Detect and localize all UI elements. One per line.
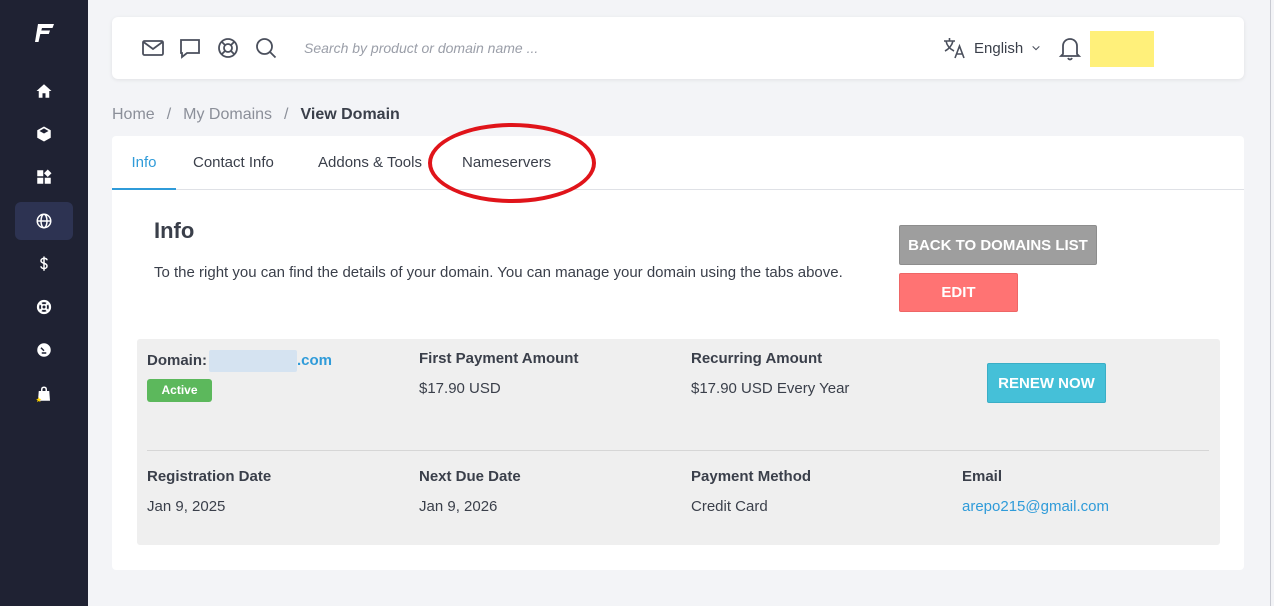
sidebar-item-home[interactable]: [15, 72, 73, 110]
translate-icon: [944, 38, 965, 59]
speedometer-icon: [37, 343, 51, 357]
breadcrumb: Home / My Domains / View Domain: [112, 106, 400, 124]
divider: [147, 450, 1209, 451]
tab-nameservers[interactable]: Nameservers: [462, 136, 551, 190]
sidebar-item-products[interactable]: [15, 115, 73, 153]
back-to-domains-button[interactable]: BACK TO DOMAINS LIST: [899, 225, 1097, 265]
sidebar-item-billing[interactable]: [15, 245, 73, 283]
lifebuoy-icon: [36, 299, 52, 315]
next-due-date-value: Jan 9, 2026: [419, 498, 498, 515]
sidebar: [0, 0, 88, 606]
info-description: To the right you can find the details of…: [154, 264, 843, 281]
email-label: Email: [962, 468, 1003, 485]
domain-details: Domain: .com Active First Payment Amount …: [137, 339, 1220, 545]
language-label: English: [974, 39, 1024, 57]
renew-now-button[interactable]: RENEW NOW: [987, 363, 1106, 403]
breadcrumb-separator: /: [284, 106, 289, 123]
lifebuoy-icon[interactable]: [216, 36, 240, 60]
dollar-icon: [40, 256, 48, 271]
package-icon: [37, 126, 51, 142]
language-selector[interactable]: English: [942, 34, 1041, 62]
chat-icon[interactable]: [178, 36, 202, 60]
breadcrumb-my-domains[interactable]: My Domains: [183, 106, 272, 124]
redacted-domain: [209, 350, 297, 372]
widgets-icon: [37, 169, 52, 184]
top-bar: English: [112, 17, 1244, 79]
window-edge: [1270, 0, 1271, 606]
payment-method-value: Credit Card: [691, 498, 768, 515]
mail-icon[interactable]: [141, 36, 165, 60]
status-badge: Active: [147, 379, 212, 402]
edit-button[interactable]: EDIT: [899, 273, 1018, 312]
bell-icon[interactable]: [1058, 35, 1082, 61]
tab-info[interactable]: Info: [112, 136, 176, 190]
brand-logo-icon[interactable]: [33, 21, 57, 45]
recurring-value: $17.90 USD Every Year: [691, 380, 850, 397]
tab-addons-tools[interactable]: Addons & Tools: [318, 136, 422, 190]
info-heading: Info: [154, 218, 195, 243]
domain-label-row: Domain: .com: [147, 350, 332, 372]
chevron-down-icon: [1032, 45, 1040, 51]
email-link[interactable]: arepo215@gmail.com: [962, 498, 1109, 515]
domain-link[interactable]: .com: [297, 352, 332, 369]
first-payment-value: $17.90 USD: [419, 380, 501, 397]
home-icon: [36, 84, 52, 98]
sidebar-item-reports[interactable]: [15, 331, 73, 369]
search-input[interactable]: [304, 36, 864, 60]
breadcrumb-home[interactable]: Home: [112, 106, 155, 124]
recurring-label: Recurring Amount: [691, 350, 823, 367]
next-due-date-label: Next Due Date: [419, 468, 521, 485]
registration-date-label: Registration Date: [147, 468, 272, 485]
tab-bar: Info Contact Info Addons & Tools Nameser…: [112, 123, 1244, 203]
registration-date-value: Jan 9, 2025: [147, 498, 226, 515]
breadcrumb-separator: /: [166, 106, 172, 123]
avatar[interactable]: [1090, 28, 1154, 70]
sidebar-item-domains[interactable]: [15, 202, 73, 240]
sidebar-item-support[interactable]: [15, 288, 73, 326]
breadcrumb-current: View Domain: [300, 106, 400, 123]
search-icon[interactable]: [254, 36, 278, 60]
domain-card: Info Contact Info Addons & Tools Nameser…: [112, 123, 1244, 570]
domain-label: Domain:: [147, 351, 207, 369]
shopping-bag-icon: [36, 386, 50, 403]
tab-contact-info[interactable]: Contact Info: [193, 136, 274, 190]
first-payment-label: First Payment Amount: [419, 350, 579, 367]
globe-icon: [36, 213, 52, 229]
sidebar-item-dashboard[interactable]: [15, 158, 73, 196]
payment-method-label: Payment Method: [691, 468, 812, 485]
sidebar-item-store[interactable]: [15, 375, 73, 413]
